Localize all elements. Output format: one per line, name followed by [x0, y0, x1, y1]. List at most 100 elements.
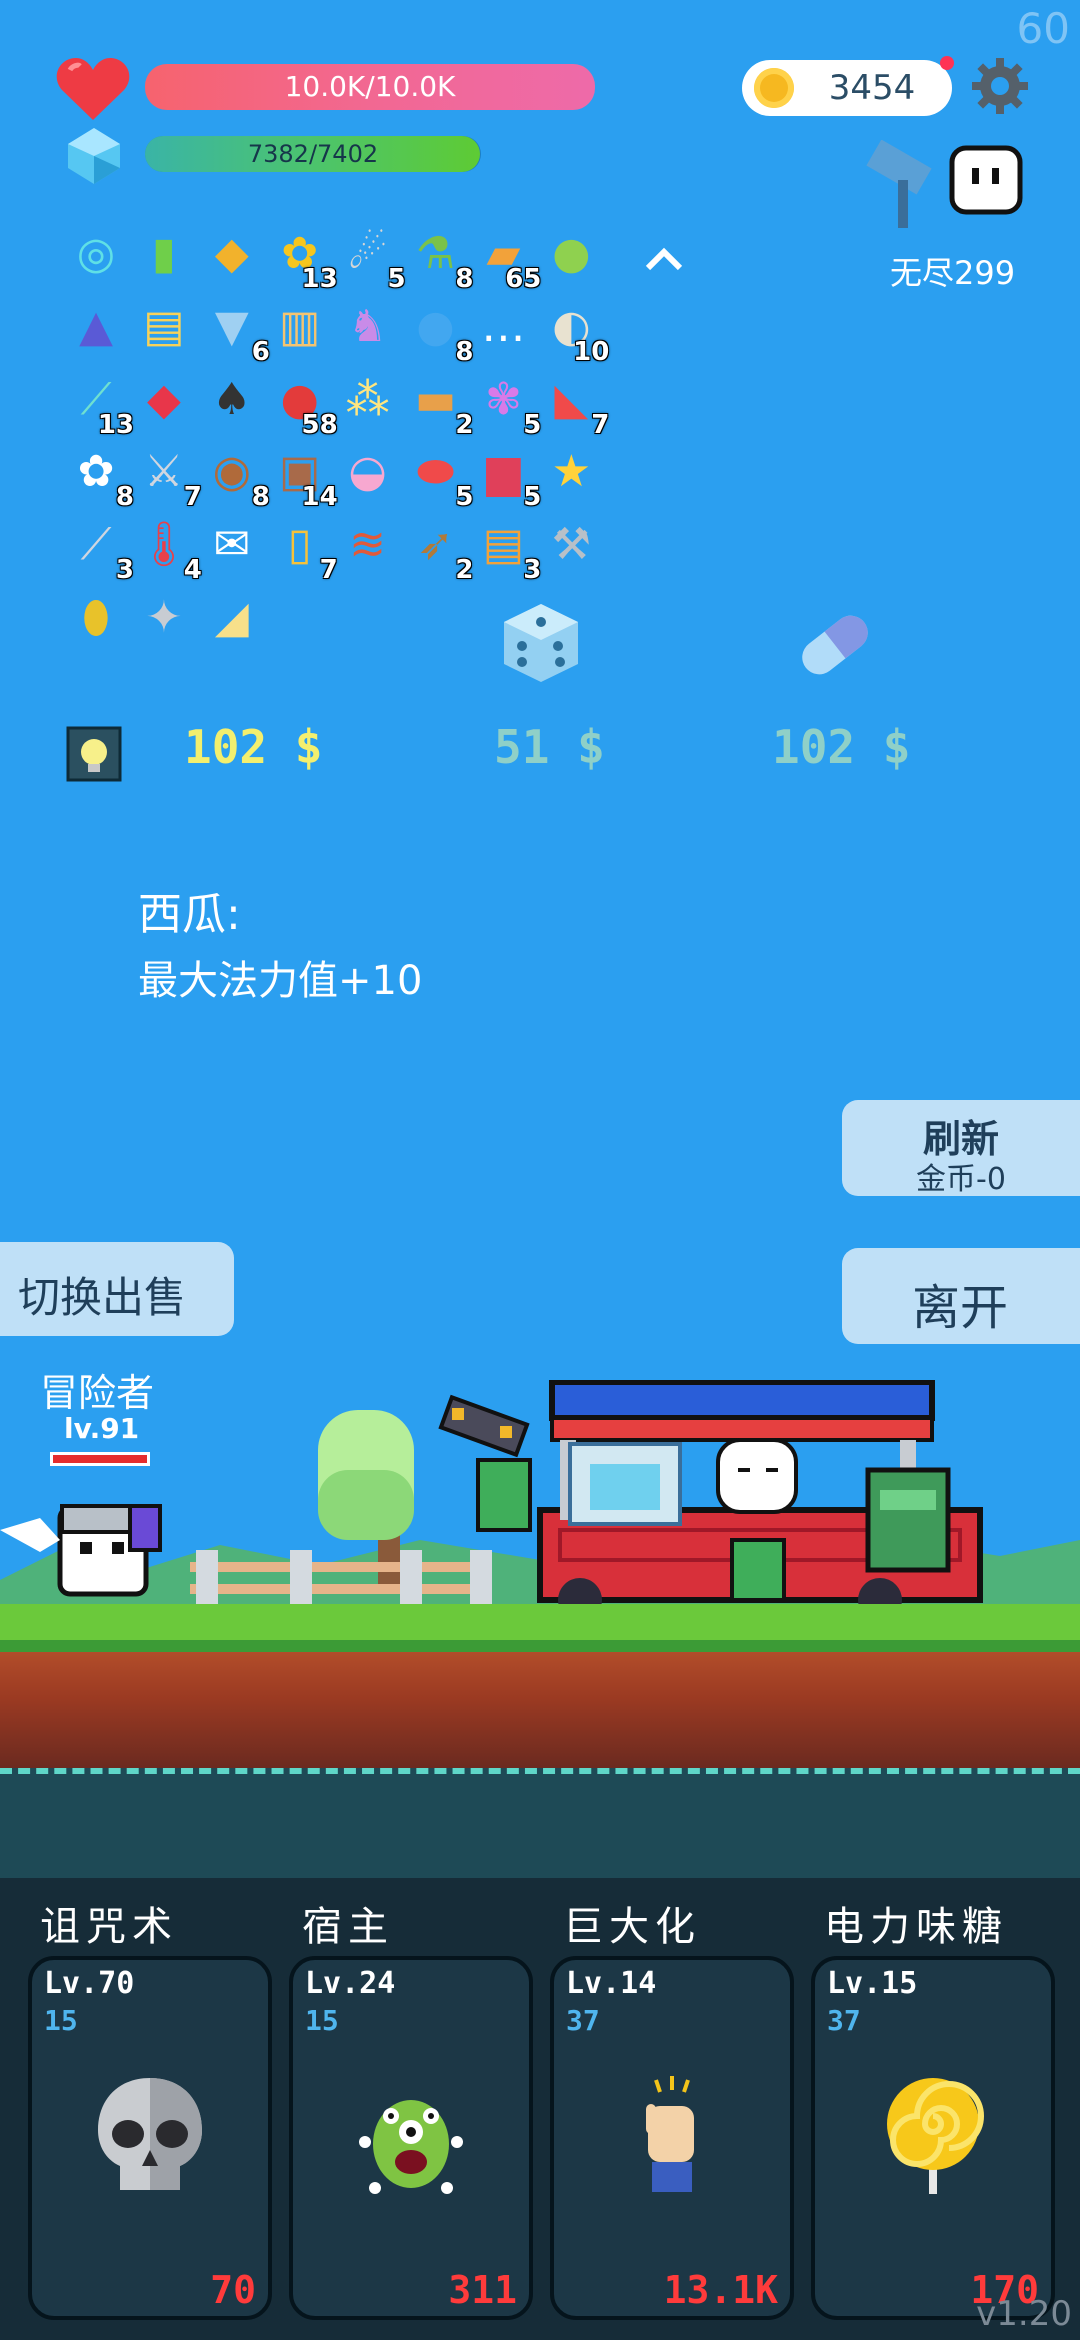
refresh-button[interactable]: 刷新 金币-0: [842, 1100, 1080, 1197]
offer-price[interactable]: 102 $: [772, 720, 910, 774]
item-count: 5: [523, 482, 542, 513]
unicorn-icon-glyph: ♞: [347, 300, 388, 352]
leave-label: 离开: [912, 1280, 1009, 1336]
offer-price[interactable]: 51 $: [494, 720, 605, 774]
beer-mug-icon[interactable]: ▯ 7: [272, 517, 338, 585]
cheese-watermelon-icon[interactable]: ◢: [204, 590, 260, 646]
briefcase-icon[interactable]: ▬ 2: [408, 372, 474, 440]
skill-level: Lv.15: [827, 1966, 918, 2001]
diamond-mana-icon: [68, 128, 120, 184]
skill-level: Lv.70: [44, 1966, 135, 2001]
pineapple-icon-glyph: ◆: [214, 228, 249, 279]
skill-card-host[interactable]: Lv.24 15 311: [289, 1956, 533, 2320]
green-book-icon-glyph: ▮: [151, 228, 176, 279]
knife-icon[interactable]: ⟋ 3: [68, 517, 134, 585]
gear-icon[interactable]: [970, 56, 1030, 116]
leave-button[interactable]: 离开: [842, 1248, 1080, 1344]
playing-card-icon-glyph: ♠: [212, 373, 252, 425]
ice-cream-icon-glyph: ◒: [348, 446, 387, 498]
switch-sell-label: 切换出售: [18, 1273, 187, 1322]
coin-counter: 3454: [742, 60, 952, 116]
sunflower-icon[interactable]: ✿ 13: [272, 226, 337, 294]
pill-icon[interactable]: ⬬ 5: [408, 444, 474, 512]
daisy-icon[interactable]: ✿ 8: [68, 444, 134, 512]
dice-icon[interactable]: [498, 600, 584, 686]
double-axe-icon-glyph: ⚒: [551, 519, 592, 571]
switch-sell-button[interactable]: 切换出售: [0, 1242, 234, 1336]
skill-title: 电力味糖: [824, 1904, 1008, 1950]
bow-icon[interactable]: ➶ 2: [408, 517, 473, 585]
skill-title: 巨大化: [563, 1904, 701, 1950]
coin-icon: [754, 68, 794, 108]
pineapple-icon[interactable]: ◆: [204, 226, 260, 282]
skill-level: Lv.14: [566, 1966, 657, 2001]
coconut-drink-icon[interactable]: ◐ 10: [543, 299, 609, 367]
ruby-icon[interactable]: ◆: [136, 372, 192, 428]
chat-dots-icon[interactable]: …: [475, 299, 531, 355]
skill-title: 诅咒术: [40, 1904, 178, 1950]
bacon-icon[interactable]: ≋: [340, 517, 396, 573]
ice-cream-icon[interactable]: ◒: [340, 444, 396, 500]
apple-icon[interactable]: ● 58: [272, 372, 337, 440]
unicorn-icon[interactable]: ♞: [340, 299, 396, 355]
meteor-icon[interactable]: ☄ 5: [340, 226, 406, 294]
hero-level: lv.91: [64, 1412, 140, 1445]
chat-dots-icon-glyph: …: [481, 300, 526, 352]
item-count: 13: [301, 264, 338, 294]
dagger-icon[interactable]: ⟋ 13: [68, 372, 134, 440]
jam-jar-icon[interactable]: ▆ 5: [475, 444, 541, 512]
skill-card-electric-candy[interactable]: Lv.15 37 170: [811, 1956, 1055, 2320]
thick-book-icon[interactable]: ▰ 65: [475, 226, 541, 294]
green-book-icon[interactable]: ▮: [136, 226, 192, 282]
item-count: 2: [455, 555, 474, 586]
double-axe-icon[interactable]: ⚒: [543, 517, 599, 573]
id-card-icon[interactable]: ★: [543, 444, 599, 500]
item-count: 3: [523, 555, 542, 586]
shop-scene: [0, 1380, 1080, 1610]
selected-item-effect: 最大法力值+10: [138, 958, 423, 1004]
chevron-up-icon[interactable]: [640, 236, 688, 284]
wizard-hat-icon-glyph: ▲: [79, 300, 113, 352]
item-count: 5: [523, 409, 542, 440]
watermelon-slice-icon[interactable]: ◣ 7: [543, 372, 609, 440]
envelope-icon[interactable]: ✉: [204, 517, 260, 573]
ruby-icon-glyph: ◆: [146, 373, 181, 425]
map-icon[interactable]: ▤: [136, 299, 192, 355]
skill-card-giant[interactable]: Lv.14 37 13.1K: [550, 1956, 794, 2320]
golden-egg-icon[interactable]: ⬮: [68, 590, 124, 646]
wizard-hat-icon[interactable]: ▲: [68, 299, 124, 355]
target-rune-icon[interactable]: ◎: [68, 226, 124, 282]
capsule-icon[interactable]: [788, 600, 882, 690]
water-layer: [0, 1768, 1080, 1884]
offer-price[interactable]: 102 $: [184, 720, 322, 774]
ghost-face-icon[interactable]: [948, 142, 1024, 218]
green-potion-icon[interactable]: ⚗ 8: [408, 226, 474, 294]
flower-pot-icon[interactable]: ✾ 5: [475, 372, 541, 440]
compass-icon-glyph: ✦: [145, 591, 183, 643]
grass-strip: [0, 1604, 1080, 1644]
arch-door-icon[interactable]: ▣ 14: [272, 444, 338, 512]
round-shield-icon[interactable]: ◉ 8: [204, 444, 270, 512]
molecule-icon[interactable]: ⁂: [340, 372, 396, 428]
lightbulb-tile-icon[interactable]: [66, 726, 122, 782]
bacon-icon-glyph: ≋: [349, 519, 387, 571]
lime-icon[interactable]: ●: [543, 226, 599, 282]
playing-card-icon[interactable]: ♠: [204, 372, 260, 428]
skill-level: Lv.24: [305, 1966, 396, 2001]
item-count: 3: [115, 555, 134, 586]
skill-cost: 311: [448, 2268, 517, 2312]
green-monster-icon: [359, 2100, 463, 2194]
skill-cost: 13.1K: [663, 2268, 778, 2312]
item-count: 8: [455, 336, 474, 367]
cheese-watermelon-icon-glyph: ◢: [214, 591, 249, 643]
skill-card-curse[interactable]: Lv.70 15 70: [28, 1956, 272, 2320]
item-count: 10: [573, 336, 610, 367]
thermometer-icon[interactable]: 🌡 4: [136, 517, 202, 585]
robe-icon[interactable]: ▼ 6: [204, 299, 270, 367]
speech-bubble-icon[interactable]: ● 8: [408, 299, 473, 367]
compass-icon[interactable]: ✦: [136, 590, 192, 646]
item-count: 8: [115, 482, 134, 513]
sword-icon[interactable]: ⚔ 7: [136, 444, 202, 512]
parchment-icon[interactable]: ▤ 3: [475, 517, 542, 585]
scroll-icon[interactable]: ▥: [272, 299, 328, 355]
